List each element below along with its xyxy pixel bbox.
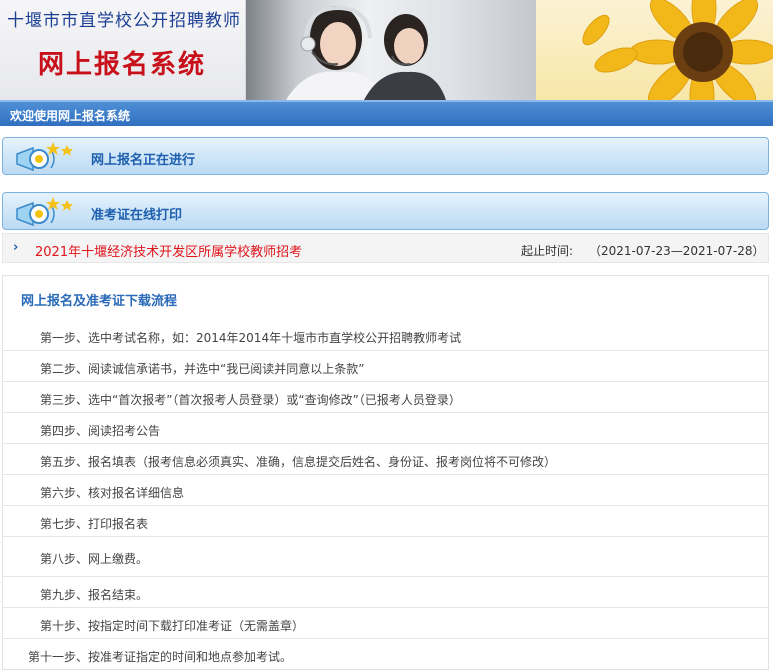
process-step: 第八步、网上缴费。 [3, 537, 768, 577]
process-step: 第十步、按指定时间下载打印准考证（无需盖章） [3, 608, 768, 639]
banner-subtitle: 十堰市市直学校公开招聘教师 [7, 11, 241, 31]
banner-sunflower-image [536, 0, 773, 100]
banner-title: 网上报名系统 [38, 50, 207, 80]
online-registration-button[interactable]: 网上报名正在进行 [2, 137, 769, 175]
process-step-text: 第六步、核对报名详细信息 [40, 486, 185, 500]
process-step-text: 第九步、报名结束。 [40, 588, 149, 602]
admission-ticket-print-button[interactable]: 准考证在线打印 [2, 192, 769, 230]
online-registration-label: 网上报名正在进行 [91, 153, 196, 168]
process-step-text: 第七步、打印报名表 [40, 517, 149, 531]
process-step: 第七步、打印报名表 [3, 506, 768, 537]
process-step-text: 第八步、网上缴费。 [40, 552, 149, 566]
welcome-bar: 欢迎使用网上报名系统 [0, 100, 773, 126]
process-step: 第九步、报名结束。 [3, 577, 768, 608]
exam-title-link[interactable]: 2021年十堰经济技术开发区所属学校教师招考 [35, 241, 302, 260]
process-step-text: 第五步、报名填表（报考信息必须真实、准确，信息提交后姓名、身份证、报考岗位将不可… [40, 455, 557, 469]
exam-deadline-label: 起止时间: [521, 244, 574, 258]
header-banner: 十堰市市直学校公开招聘教师 网上报名系统 [0, 0, 773, 100]
process-step-text: 第十步、按指定时间下载打印准考证（无需盖章） [40, 619, 305, 633]
exam-deadline-value: （2021-07-23—2021-07-28） [589, 244, 765, 258]
registration-process-panel: 网上报名及准考证下载流程 第一步、选中考试名称，如：2014年2014年十堰市市… [2, 275, 769, 670]
process-step-text: 第十一步、按准考证指定的时间和地点参加考试。 [28, 650, 293, 664]
exam-list-item: › 2021年十堰经济技术开发区所属学校教师招考 起止时间: （2021-07-… [2, 233, 769, 263]
banner-title-block: 十堰市市直学校公开招聘教师 网上报名系统 [0, 0, 246, 100]
megaphone-icon [11, 138, 81, 176]
banner-photo-operators [246, 0, 536, 100]
process-step: 第三步、选中“首次报考”（首次报考人员登录）或“查询修改”（已报考人员登录） [3, 382, 768, 413]
welcome-text: 欢迎使用网上报名系统 [10, 109, 131, 123]
megaphone-icon [11, 193, 81, 231]
process-step-text: 第二步、阅读诚信承诺书，并选中“我已阅读并同意以上条款” [40, 362, 365, 376]
process-step-text: 第一步、选中考试名称，如：2014年2014年十堰市市直学校公开招聘教师考试 [40, 331, 462, 345]
process-step: 第五步、报名填表（报考信息必须真实、准确，信息提交后姓名、身份证、报考岗位将不可… [3, 444, 768, 475]
process-title: 网上报名及准考证下载流程 [21, 294, 178, 309]
process-step: 第六步、核对报名详细信息 [3, 475, 768, 506]
process-step-text: 第三步、选中“首次报考”（首次报考人员登录）或“查询修改”（已报考人员登录） [40, 393, 461, 407]
process-step: 第十一步、按准考证指定的时间和地点参加考试。 [3, 639, 768, 670]
chevron-right-icon: › [13, 240, 19, 255]
process-step: 第一步、选中考试名称，如：2014年2014年十堰市市直学校公开招聘教师考试 [3, 320, 768, 351]
process-step-text: 第四步、阅读招考公告 [40, 424, 161, 438]
process-step: 第四步、阅读招考公告 [3, 413, 768, 444]
admission-ticket-print-label: 准考证在线打印 [91, 208, 183, 223]
process-step: 第二步、阅读诚信承诺书，并选中“我已阅读并同意以上条款” [3, 351, 768, 382]
